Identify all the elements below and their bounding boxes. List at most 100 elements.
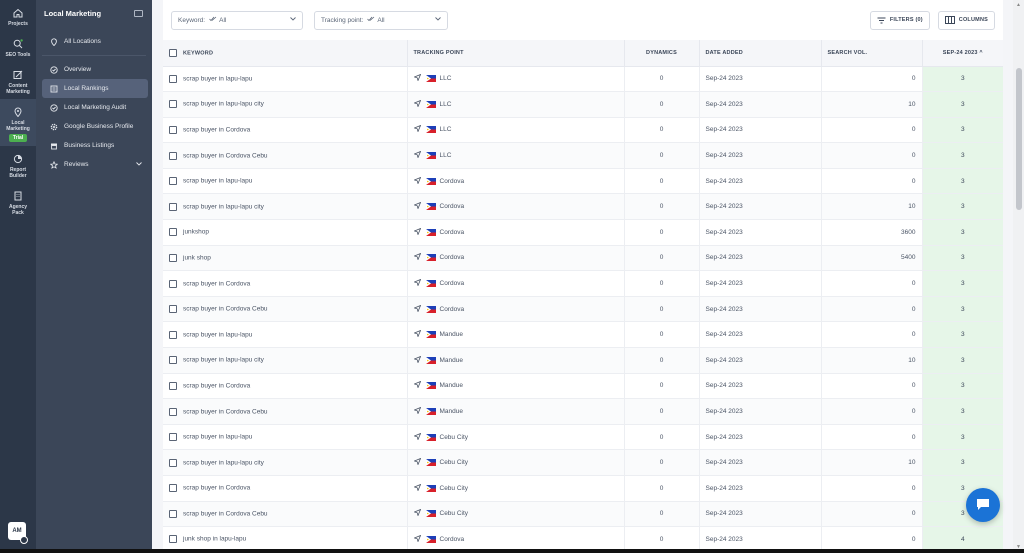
row-checkbox[interactable] [169, 125, 177, 134]
row-checkbox[interactable] [169, 202, 177, 211]
table-row[interactable]: scrap buyer in Cordova Cebu City 0 Sep-24 2… [163, 475, 1003, 502]
row-checkbox[interactable] [169, 535, 177, 544]
tracking-point-cell: Cordova [407, 193, 625, 221]
rank-cell[interactable]: 3 [922, 91, 1003, 118]
table-row[interactable]: scrap buyer in lapu-lapu LLC 0 Sep-24 2023 0… [163, 66, 1003, 93]
table-row[interactable]: scrap buyer in lapu-lapu city Cordova 0 Sep… [163, 193, 1003, 221]
sidebar-item-all-locations[interactable]: All Locations [42, 32, 148, 51]
sidebar-item-business-listings[interactable]: Business Listings [42, 136, 148, 155]
rank-cell[interactable]: 3 [922, 270, 1003, 297]
table-row[interactable]: scrap buyer in lapu-lapu Cebu City 0 Sep-24… [163, 424, 1003, 451]
rank-cell[interactable]: 3 [922, 449, 1003, 476]
row-checkbox[interactable] [169, 509, 177, 518]
scrollbar-thumb[interactable] [1016, 68, 1022, 210]
row-checkbox[interactable] [169, 407, 177, 416]
settings-gear-icon[interactable] [20, 536, 28, 544]
table-row[interactable]: scrap buyer in Cordova Mandue 0 Sep-24 2023… [163, 373, 1003, 400]
row-checkbox[interactable] [169, 433, 177, 442]
table-row[interactable]: scrap buyer in lapu-lapu Mandue 0 Sep-24 20… [163, 321, 1003, 349]
row-checkbox[interactable] [169, 356, 177, 365]
filters-label: FILTERS (0) [889, 17, 923, 23]
search-vol-column-header[interactable]: SEARCH VOL. [821, 40, 923, 67]
rail-item-report-builder[interactable]: Report Builder [0, 146, 36, 183]
rank-cell[interactable]: 3 [922, 321, 1003, 349]
row-checkbox[interactable] [169, 253, 177, 262]
columns-button[interactable]: COLUMNS [937, 10, 995, 30]
table-row[interactable]: scrap buyer in Cordova Cebu LLC 0 Sep-24 20… [163, 142, 1003, 169]
sidebar-item-google-business-profile[interactable]: Google Business Profile [42, 117, 148, 136]
sidebar-item-local-marketing-audit[interactable]: Local Marketing Audit [42, 98, 148, 117]
tracking-point-text: Cebu City [439, 459, 469, 467]
tracking-point-column-header[interactable]: TRACKING POINT [407, 40, 625, 67]
rail-item-seo-tools[interactable]: SEO Tools [0, 31, 36, 62]
rank-cell[interactable]: 3 [922, 347, 1003, 374]
filters-button[interactable]: FILTERS (0) [869, 10, 930, 30]
keyword-filter-select[interactable]: Keyword: All [171, 10, 303, 30]
row-checkbox[interactable] [169, 151, 177, 160]
keyword-column-header[interactable]: KEYWORD [163, 40, 408, 67]
rank-cell[interactable]: 3 [922, 168, 1003, 195]
sidebar-item-local-rankings[interactable]: Local Rankings [42, 79, 148, 98]
row-checkbox[interactable] [169, 330, 177, 339]
rank-cell[interactable]: 3 [922, 424, 1003, 451]
row-checkbox[interactable] [169, 228, 177, 237]
rail-item-agency-pack[interactable]: Agency Pack [0, 183, 36, 220]
philippines-flag-icon [425, 535, 436, 543]
tracking-point-cell: LLC [407, 66, 625, 93]
collapse-sidebar-icon[interactable] [134, 9, 143, 17]
rail-label: Content Marketing [6, 83, 30, 95]
table-row[interactable]: junkshop Cordova 0 Sep-24 2023 3600 3 [163, 219, 1003, 246]
select-all-checkbox[interactable] [169, 48, 177, 57]
rank-cell[interactable]: 3 [922, 193, 1003, 221]
rank-cell[interactable]: 3 [922, 117, 1003, 144]
row-checkbox[interactable] [169, 177, 177, 186]
keyword-cell: junk shop [163, 245, 408, 272]
table-row[interactable]: scrap buyer in Cordova Cordova 0 Sep-24 202… [163, 270, 1003, 297]
rail-item-projects[interactable]: Projects [0, 0, 36, 31]
date-added-cell: Sep-24 2023 [699, 373, 822, 400]
row-checkbox[interactable] [169, 74, 177, 83]
row-checkbox[interactable] [169, 484, 177, 493]
date-added-cell: Sep-24 2023 [699, 501, 822, 528]
rank-date-column-header[interactable]: SEP-24 2023 ^ [922, 40, 1003, 67]
row-checkbox[interactable] [169, 100, 177, 109]
rank-cell[interactable]: 3 [922, 245, 1003, 272]
rank-cell[interactable]: 3 [922, 66, 1003, 93]
tracking-point-filter-select[interactable]: Tracking point: All [314, 10, 448, 30]
sidebar-item-label: All Locations [64, 38, 101, 45]
sidebar-item-reviews[interactable]: Reviews [42, 155, 148, 174]
table-row[interactable]: scrap buyer in lapu-lapu city LLC 0 Sep-24 … [163, 91, 1003, 118]
row-checkbox[interactable] [169, 458, 177, 467]
date-added-cell: Sep-24 2023 [699, 168, 822, 195]
rank-cell[interactable]: 3 [922, 142, 1003, 169]
table-row[interactable]: scrap buyer in lapu-lapu city Cebu City 0 S… [163, 449, 1003, 476]
rail-item-content-marketing[interactable]: Content Marketing [0, 62, 36, 99]
dynamics-cell: 0 [624, 296, 700, 323]
rank-cell[interactable]: 3 [922, 398, 1003, 425]
table-row[interactable]: scrap buyer in lapu-lapu Cordova 0 Sep-24 2… [163, 168, 1003, 195]
sidebar-item-overview[interactable]: Overview [42, 60, 148, 79]
table-row[interactable]: scrap buyer in Cordova Cebu Mandue 0 Sep-24… [163, 398, 1003, 425]
navigation-arrow-icon [412, 329, 421, 339]
row-checkbox[interactable] [169, 279, 177, 288]
table-row[interactable]: scrap buyer in lapu-lapu city Mandue 0 Sep-… [163, 347, 1003, 374]
scroll-up-arrow-icon[interactable]: ▲ [1016, 2, 1021, 8]
date-added-column-header[interactable]: DATE ADDED [699, 40, 822, 67]
keyword-text: scrap buyer in lapu-lapu city [183, 203, 264, 211]
rank-cell[interactable]: 3 [922, 373, 1003, 400]
table-row[interactable]: scrap buyer in Cordova Cebu Cordova 0 Sep-2… [163, 296, 1003, 323]
dynamics-column-header[interactable]: DYNAMICS [624, 40, 700, 67]
table-row[interactable]: scrap buyer in Cordova LLC 0 Sep-24 2023 0 3 [163, 117, 1003, 144]
table-row[interactable]: junk shop Cordova 0 Sep-24 2023 5400 3 [163, 245, 1003, 272]
rank-cell[interactable]: 3 [922, 219, 1003, 246]
row-checkbox[interactable] [169, 381, 177, 390]
tracking-point-text: LLC [439, 126, 452, 134]
table-row[interactable]: scrap buyer in Cordova Cebu Cebu City 0 Sep… [163, 501, 1003, 528]
search-vol-cell: 0 [821, 168, 923, 195]
rail-item-local-marketing[interactable]: Local Marketing Trial [0, 99, 36, 146]
chat-support-button[interactable] [966, 488, 1000, 522]
row-checkbox[interactable] [169, 305, 177, 314]
vertical-scrollbar[interactable]: ▲ ▼ [1013, 0, 1024, 553]
rank-cell[interactable]: 3 [922, 296, 1003, 323]
tracking-point-cell: Cordova [407, 219, 625, 246]
